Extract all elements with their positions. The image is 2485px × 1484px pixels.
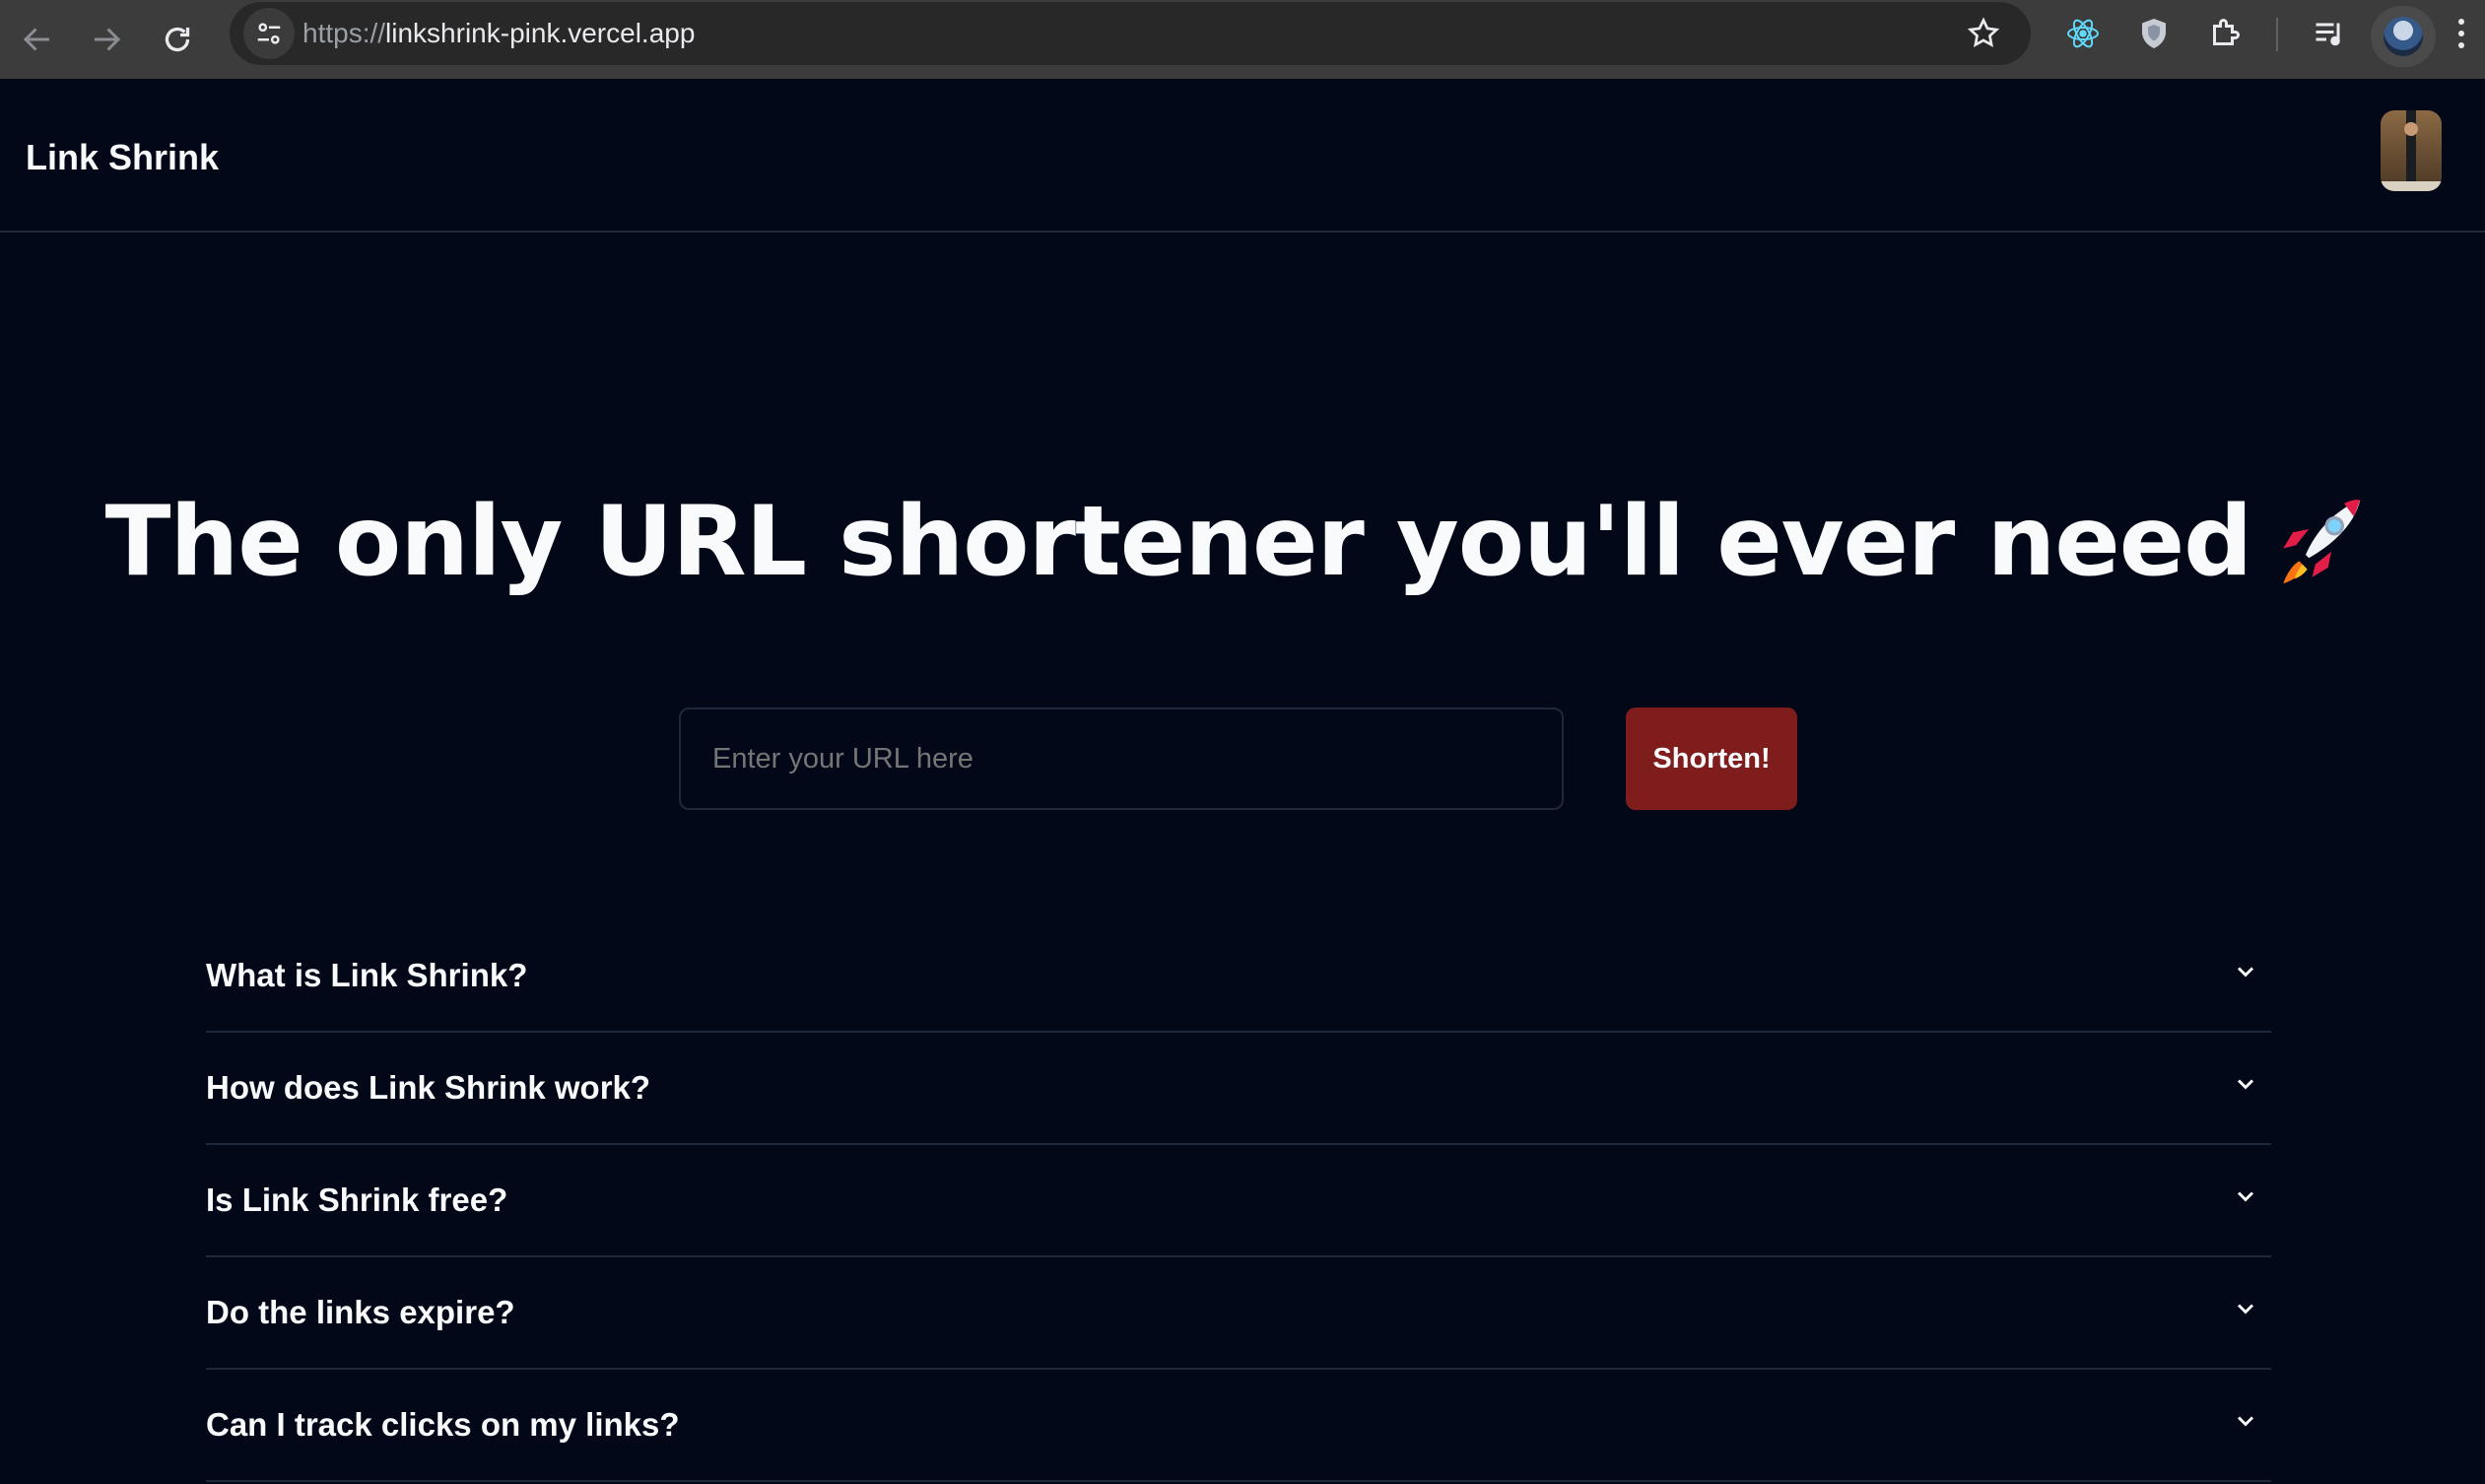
address-bar[interactable]: https://linkshrink-pink.vercel.app [230, 2, 2031, 65]
reload-button[interactable] [146, 8, 209, 71]
url-scheme: https:// [302, 18, 386, 48]
page: Link Shrink The only URL shortener you'l… [0, 79, 2485, 1484]
faq-item[interactable]: Do the links expire? [206, 1257, 2271, 1370]
faq-question: What is Link Shrink? [206, 957, 528, 993]
reload-icon [165, 27, 190, 52]
back-button[interactable] [6, 8, 69, 71]
react-devtools-icon[interactable] [2063, 14, 2103, 53]
faq-item[interactable]: Is Link Shrink free? [206, 1145, 2271, 1257]
rocket-icon [2283, 500, 2361, 584]
chevron-down-icon [2237, 1079, 2254, 1090]
faq-item[interactable]: What is Link Shrink? [206, 920, 2271, 1033]
brand-logo-text[interactable]: Link Shrink [26, 79, 219, 233]
faq-question: Do the links expire? [206, 1294, 515, 1330]
url-host: linkshrink-pink.vercel.app [385, 18, 696, 48]
faq-accordion: What is Link Shrink? How does Link Shrin… [206, 920, 2271, 1482]
shield-extension-icon[interactable] [2134, 14, 2174, 53]
forward-button[interactable] [75, 8, 138, 71]
faq-item[interactable]: How does Link Shrink work? [206, 1033, 2271, 1145]
faq-question: Is Link Shrink free? [206, 1181, 508, 1218]
site-header: Link Shrink [0, 79, 2485, 233]
arrow-left-icon [23, 28, 49, 51]
browser-toolbar: https://linkshrink-pink.vercel.app [0, 0, 2485, 79]
arrow-right-icon [95, 28, 121, 51]
user-avatar[interactable] [2381, 110, 2442, 191]
faq-question: How does Link Shrink work? [206, 1069, 651, 1106]
media-queue-icon[interactable] [2310, 14, 2349, 53]
shorten-button[interactable]: Shorten! [1626, 708, 1797, 810]
extensions-puzzle-icon[interactable] [2205, 14, 2245, 53]
faq-item[interactable]: Can I track clicks on my links? [206, 1370, 2271, 1482]
browser-profile-button[interactable] [2371, 6, 2436, 67]
chevron-down-icon [2237, 1304, 2254, 1315]
browser-menu-icon[interactable] [2451, 14, 2471, 53]
hero-heading: The only URL shortener you'll ever need [0, 483, 2485, 601]
chevron-down-icon [2237, 1191, 2254, 1202]
url-text[interactable]: https://linkshrink-pink.vercel.app [302, 2, 695, 65]
chevron-down-icon [2237, 967, 2254, 978]
site-settings-icon[interactable] [243, 8, 295, 59]
toolbar-divider [2276, 18, 2278, 51]
bookmark-star-icon[interactable] [1966, 16, 2001, 51]
faq-question: Can I track clicks on my links? [206, 1406, 680, 1443]
chevron-down-icon [2237, 1416, 2254, 1427]
url-input[interactable] [679, 708, 1564, 810]
profile-avatar [2384, 17, 2423, 56]
hero-title: The only URL shortener you'll ever need [104, 486, 2253, 598]
